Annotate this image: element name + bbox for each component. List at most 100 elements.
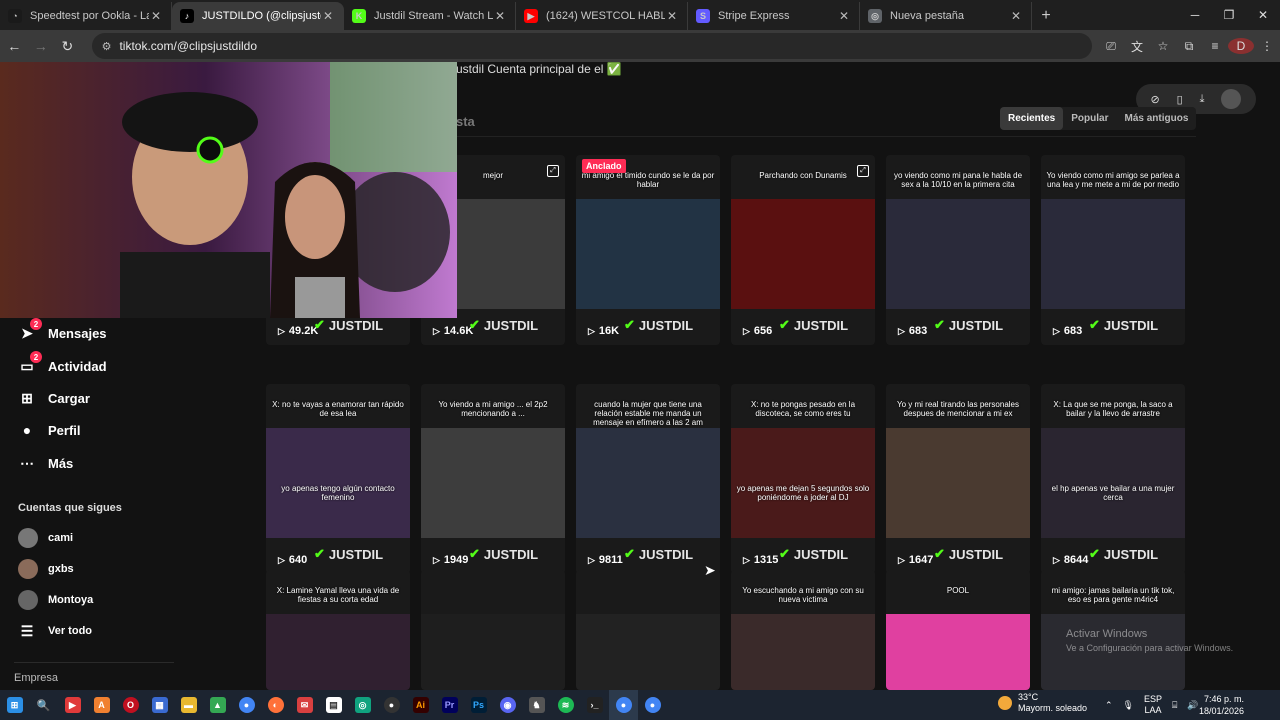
back-button[interactable]: ← xyxy=(2,33,27,59)
media-icon[interactable]: ≡ xyxy=(1202,38,1228,55)
video-thumbnail xyxy=(576,614,720,690)
sidebar-item-perfil[interactable]: ● Perfil xyxy=(18,421,81,439)
brand-watermark: ✔ JUSTDIL xyxy=(624,546,693,562)
chrome-icon[interactable]: ● xyxy=(232,690,261,720)
video-card[interactable]: X: no te vayas a enamorar tan rápido de … xyxy=(266,384,410,574)
chrome-profile-icon[interactable]: ● xyxy=(638,690,667,720)
expand-icon[interactable]: ⤢ xyxy=(547,165,559,177)
close-tab-icon[interactable]: ✕ xyxy=(837,9,851,23)
app-icon-mail[interactable]: ✉ xyxy=(290,690,319,720)
file-icon[interactable]: ▤ xyxy=(319,690,348,720)
video-card[interactable]: mi amigo el timido cundo se le da por ha… xyxy=(576,155,720,345)
sidebar-item-más[interactable]: ⋯ Más xyxy=(18,454,73,472)
spotify-icon[interactable]: ≋ xyxy=(551,690,580,720)
sort-antiguos[interactable]: Más antiguos xyxy=(1116,107,1196,130)
video-card[interactable]: Parchando con Dunamis ⤢ ▷ 656 ✔ JUSTDIL xyxy=(731,155,875,345)
browser-tab[interactable]: ◎ Nueva pestaña ✕ xyxy=(860,2,1032,30)
following-item[interactable]: Montoya xyxy=(18,590,93,610)
terminal-icon[interactable]: ›_ xyxy=(580,690,609,720)
translate-icon[interactable]: 文 xyxy=(1124,38,1150,55)
new-tab-button[interactable]: + xyxy=(1032,2,1060,30)
site-info-icon[interactable]: ⚙ xyxy=(102,40,112,53)
browser-tab[interactable]: ◔ Speedtest por Ookla - La prueba d✕ xyxy=(0,2,172,30)
video-card[interactable]: X: Lamine Yamal lleva una vida de fiesta… xyxy=(266,570,410,690)
sidebar-item-cargar[interactable]: ⊞ Cargar xyxy=(18,389,90,407)
start-button[interactable]: ⊞ xyxy=(0,690,29,720)
photoshop-icon[interactable]: Ps xyxy=(464,690,493,720)
close-tab-icon[interactable]: ✕ xyxy=(665,9,679,23)
browser-tab[interactable]: K Justdil Stream - Watch Live on Kick✕ xyxy=(344,2,516,30)
restore-button[interactable]: ❐ xyxy=(1212,0,1246,30)
app-icon-red[interactable]: ▶ xyxy=(58,690,87,720)
close-tab-icon[interactable]: ✕ xyxy=(1009,9,1023,23)
drive-icon[interactable]: ▲ xyxy=(203,690,232,720)
video-card[interactable]: X: no te pongas pesado en la discoteca, … xyxy=(731,384,875,574)
opera-icon[interactable]: O xyxy=(116,690,145,720)
following-item[interactable]: gxbs xyxy=(18,559,74,579)
video-card[interactable]: X: La que se me ponga, la saco a bailar … xyxy=(1041,384,1185,574)
video-card[interactable] xyxy=(576,570,720,690)
compass-icon[interactable]: ⊘ xyxy=(1150,93,1159,106)
discord-icon[interactable]: ◉ xyxy=(493,690,522,720)
footer-empresa[interactable]: Empresa xyxy=(14,672,58,684)
user-avatar[interactable] xyxy=(1221,89,1242,109)
install-icon[interactable]: ⎚ xyxy=(1098,38,1124,55)
sidebar-item-actividad[interactable]: ▭ 2 Actividad xyxy=(18,351,107,375)
volume-icon[interactable]: 🔊 xyxy=(1187,700,1198,711)
phone-icon[interactable]: ▯ xyxy=(1177,93,1183,106)
app-icon-game[interactable]: ♞ xyxy=(522,690,551,720)
sort-recientes[interactable]: Recientes xyxy=(1000,107,1064,130)
see-all-following[interactable]: ☰ Ver todo xyxy=(18,622,92,640)
video-card[interactable]: POOL xyxy=(886,570,1030,690)
video-card[interactable] xyxy=(421,570,565,690)
illustrator-icon[interactable]: Ai xyxy=(406,690,435,720)
sidebar-item-mensajes[interactable]: ➤ 2 Mensajes xyxy=(18,318,107,342)
close-tab-icon[interactable]: ✕ xyxy=(321,9,335,23)
expand-icon[interactable]: ⤢ xyxy=(857,165,869,177)
address-bar[interactable]: ⚙ tiktok.com/@clipsjustdildo xyxy=(91,33,1093,59)
browser-tab[interactable]: ▶ (1624) WESTCOL HABLA DE KRIS R✕ xyxy=(516,2,688,30)
following-item[interactable]: cami xyxy=(18,528,73,548)
videos-tab-label[interactable]: sta xyxy=(456,114,475,129)
lang-indicator[interactable]: ESP LAA xyxy=(1144,694,1162,716)
sort-popular[interactable]: Popular xyxy=(1063,107,1116,130)
chrome-active-icon[interactable]: ● xyxy=(609,690,638,720)
download-icon[interactable]: ⤓ xyxy=(1200,93,1205,106)
firefox-icon[interactable]: ◐ xyxy=(261,690,290,720)
browser-tab[interactable]: ♪ JUSTDILDO (@clipsjustdildo) | TikT✕ xyxy=(172,2,344,30)
video-thumbnail xyxy=(421,614,565,690)
extensions-icon[interactable]: ⧉ xyxy=(1176,38,1202,55)
video-subcaption: yo apenas tengo algún contacto femenino xyxy=(281,484,395,503)
forward-button[interactable]: → xyxy=(29,33,54,59)
mic-icon[interactable]: 🎙 xyxy=(1123,700,1134,711)
video-card[interactable]: Yo escuchando a mi amigo con su nueva vi… xyxy=(731,570,875,690)
video-thumbnail xyxy=(886,614,1030,690)
reload-button[interactable]: ↻ xyxy=(55,33,80,59)
network-icon[interactable]: ⌸ xyxy=(1172,700,1177,711)
clock[interactable]: 7:46 p. m. 18/01/2026 xyxy=(1199,694,1244,717)
menu-icon[interactable]: ⋮ xyxy=(1254,38,1280,55)
app-icon-orange[interactable]: A xyxy=(87,690,116,720)
video-card[interactable]: cuando la mujer que tiene una relación e… xyxy=(576,384,720,574)
browser-tab[interactable]: S Stripe Express ✕ xyxy=(688,2,860,30)
video-card[interactable]: yo viendo como mi pana le habla de sex a… xyxy=(886,155,1030,345)
chevron-up-icon[interactable]: ⌃ xyxy=(1105,700,1113,711)
video-card[interactable]: Yo y mi real tirando las personales desp… xyxy=(886,384,1030,574)
video-card[interactable]: Yo viendo a mi amigo ... el 2p2 menciona… xyxy=(421,384,565,574)
close-window-button[interactable]: ✕ xyxy=(1246,0,1280,30)
close-tab-icon[interactable]: ✕ xyxy=(493,9,507,23)
weather-widget[interactable]: 33°C Mayorm. soleado xyxy=(998,692,1087,714)
obs-icon[interactable]: ● xyxy=(377,690,406,720)
brand-text: JUSTDIL xyxy=(328,546,384,562)
search-icon[interactable]: 🔍 xyxy=(29,690,58,720)
play-icon: ▷ xyxy=(433,554,440,565)
folder-icon[interactable]: ▬ xyxy=(174,690,203,720)
premiere-icon[interactable]: Pr xyxy=(435,690,464,720)
store-icon[interactable]: ▦ xyxy=(145,690,174,720)
bookmark-star-icon[interactable]: ☆ xyxy=(1150,38,1176,55)
video-card[interactable]: Yo viendo como mi amigo se parlea a una … xyxy=(1041,155,1185,345)
close-tab-icon[interactable]: ✕ xyxy=(149,9,163,23)
chatgpt-icon[interactable]: ◎ xyxy=(348,690,377,720)
profile-button[interactable]: D xyxy=(1228,38,1255,55)
minimize-button[interactable]: ─ xyxy=(1178,0,1212,30)
